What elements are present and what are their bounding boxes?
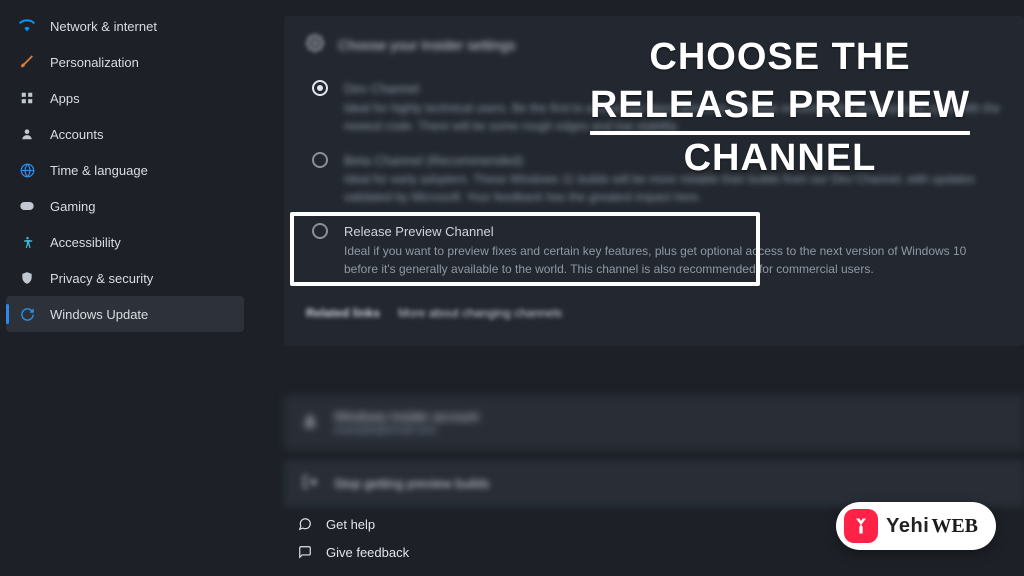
settings-sidebar: Network & internet Personalization Apps Acc… <box>0 0 250 576</box>
overlay-line1: CHOOSE THE <box>560 34 1000 82</box>
grid-icon <box>18 89 36 107</box>
logo-mark <box>844 509 878 543</box>
sidebar-item-label: Privacy & security <box>50 271 153 286</box>
user-icon <box>18 125 36 143</box>
sidebar-item-accounts[interactable]: Accounts <box>0 116 250 152</box>
give-feedback-link[interactable]: Give feedback <box>296 538 409 566</box>
sidebar-item-label: Gaming <box>50 199 96 214</box>
settings-icon <box>306 34 324 55</box>
account-title: Windows Insider account <box>334 409 479 424</box>
sidebar-item-windows-update[interactable]: Windows Update <box>6 296 244 332</box>
radio-icon <box>312 223 328 239</box>
overlay-headline: CHOOSE THE RELEASE PREVIEW CHANNEL <box>560 34 1000 183</box>
logo-text-2: WEB <box>931 515 978 538</box>
update-icon <box>18 305 36 323</box>
sidebar-item-label: Windows Update <box>50 307 148 322</box>
radio-icon <box>312 80 328 96</box>
radio-icon <box>312 152 328 168</box>
user-icon <box>302 413 320 432</box>
option-title: Release Preview Channel <box>344 222 1002 242</box>
sidebar-item-label: Network & internet <box>50 19 157 34</box>
globe-icon <box>18 161 36 179</box>
sidebar-item-privacy-security[interactable]: Privacy & security <box>0 260 250 296</box>
panel-title: Choose your Insider settings <box>338 37 515 53</box>
brush-icon <box>18 53 36 71</box>
account-email: example@email.com <box>334 424 479 436</box>
overlay-line3: CHANNEL <box>560 135 1000 183</box>
option-desc: Ideal if you want to preview fixes and c… <box>344 242 1002 278</box>
sidebar-item-gaming[interactable]: Gaming <box>0 188 250 224</box>
sidebar-item-time-language[interactable]: Time & language <box>0 152 250 188</box>
stop-title: Stop getting preview builds <box>334 476 489 491</box>
logo-text-1: Yehi <box>886 515 929 538</box>
help-icon <box>296 517 314 531</box>
related-links: Related links More about changing channe… <box>306 306 1002 320</box>
sidebar-item-label: Apps <box>50 91 80 106</box>
sidebar-item-personalization[interactable]: Personalization <box>0 44 250 80</box>
give-feedback-label: Give feedback <box>326 545 409 560</box>
insider-account-card[interactable]: Windows Insider account example@email.co… <box>284 395 1024 450</box>
channel-option-release[interactable]: Release Preview ChannelIdeal if you want… <box>306 222 1002 278</box>
sidebar-item-network-internet[interactable]: Network & internet <box>0 8 250 44</box>
sidebar-item-label: Accessibility <box>50 235 121 250</box>
access-icon <box>18 233 36 251</box>
get-help-link[interactable]: Get help <box>296 510 409 538</box>
sidebar-item-label: Accounts <box>50 127 103 142</box>
sidebar-item-accessibility[interactable]: Accessibility <box>0 224 250 260</box>
feedback-icon <box>296 545 314 559</box>
related-link[interactable]: More about changing channels <box>398 306 562 320</box>
stop-preview-card[interactable]: Stop getting preview builds <box>284 460 1024 507</box>
overlay-line2: RELEASE PREVIEW <box>590 82 970 136</box>
exit-icon <box>302 474 320 493</box>
get-help-label: Get help <box>326 517 375 532</box>
sidebar-item-apps[interactable]: Apps <box>0 80 250 116</box>
related-label: Related links <box>306 306 380 320</box>
yehiweb-logo: Yehi WEB <box>836 502 996 550</box>
sidebar-item-label: Personalization <box>50 55 139 70</box>
sidebar-item-label: Time & language <box>50 163 148 178</box>
gamepad-icon <box>18 197 36 215</box>
footer-links: Get help Give feedback <box>296 510 409 566</box>
wifi-icon <box>18 17 36 35</box>
shield-icon <box>18 269 36 287</box>
